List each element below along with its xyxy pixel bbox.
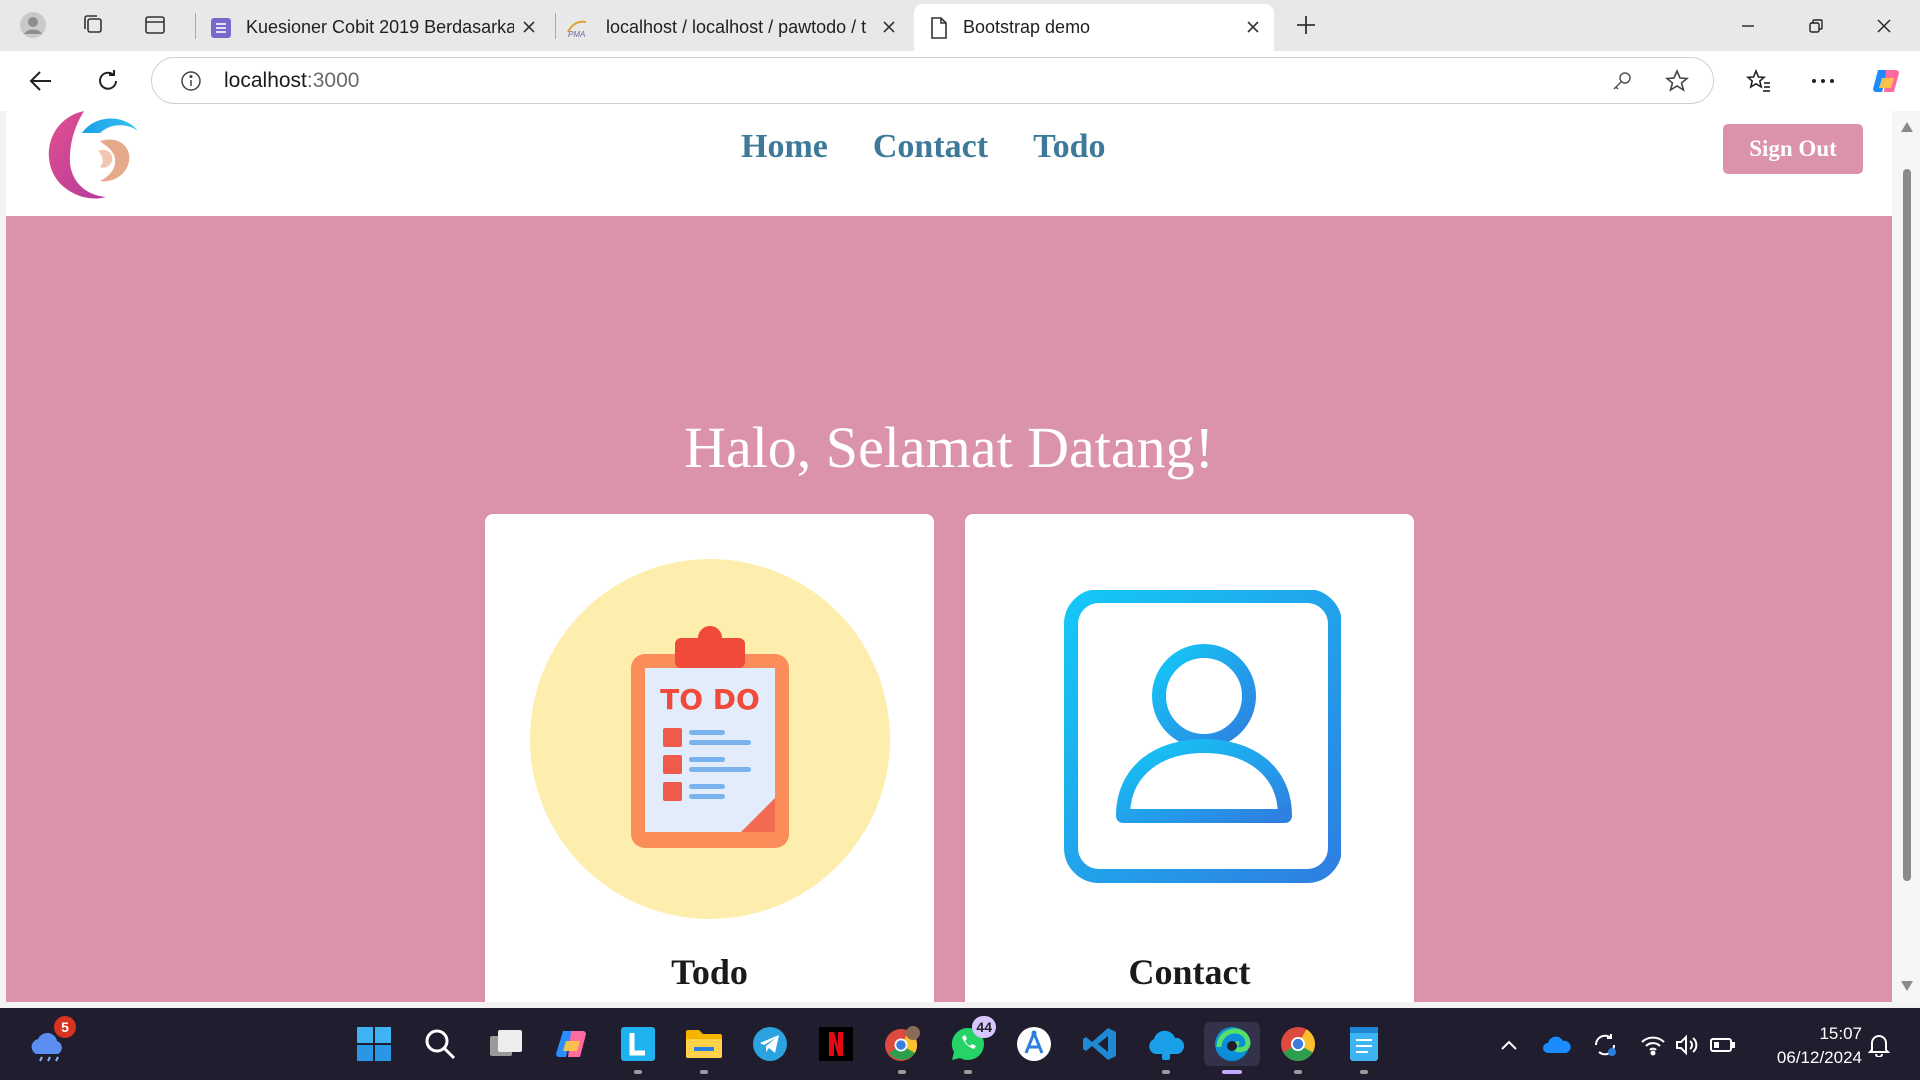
contact-book-icon (1046, 590, 1341, 883)
tab-title: Kuesioner Cobit 2019 Berdasarkan (246, 17, 514, 37)
tab-kuesioner[interactable]: Kuesioner Cobit 2019 Berdasarkan (200, 4, 550, 51)
notifications-icon[interactable] (1864, 1030, 1894, 1060)
hero-title: Halo, Selamat Datang! (684, 415, 1214, 480)
nav-link-home[interactable]: Home (741, 128, 828, 166)
site-logo[interactable] (38, 111, 144, 201)
todo-clipboard-icon: TO DO (530, 559, 890, 919)
address-bar[interactable]: localhost:3000 (151, 57, 1714, 104)
browser-tab-bar: Kuesioner Cobit 2019 Berdasarkan PMA loc… (0, 0, 1920, 51)
tab-title: Bootstrap demo (963, 17, 1091, 37)
edge-icon[interactable] (1204, 1022, 1260, 1074)
workspaces-icon[interactable] (76, 8, 110, 42)
weather-badge: 5 (54, 1016, 76, 1038)
active-indicator (1222, 1070, 1242, 1074)
todo-card-title: Todo (671, 952, 748, 992)
hero-section: Halo, Selamat Datang! TO DO Todo Contact (6, 216, 1892, 1002)
tab-bootstrap-demo[interactable]: Bootstrap demo (914, 4, 1274, 51)
new-tab-icon[interactable] (1289, 8, 1323, 42)
chrome-profile-icon[interactable] (880, 1022, 924, 1074)
tab-phpmyadmin[interactable]: PMA localhost / localhost / pawtodo / t (560, 4, 910, 51)
url-host: localhost (224, 69, 307, 92)
onedrive-icon[interactable] (1542, 1030, 1572, 1060)
copilot-taskbar-icon[interactable] (550, 1022, 594, 1066)
tab-separator (555, 13, 556, 39)
contact-card-title: Contact (1128, 952, 1251, 992)
svg-text:PMA: PMA (568, 30, 585, 38)
netflix-icon[interactable] (814, 1022, 858, 1066)
search-icon[interactable] (418, 1022, 462, 1066)
app-store-icon[interactable] (1012, 1022, 1056, 1066)
site-navbar: Home Contact Todo Sign Out (6, 111, 1892, 216)
restore-icon[interactable] (1782, 0, 1850, 51)
telegram-icon[interactable] (748, 1022, 792, 1066)
wifi-icon[interactable] (1638, 1030, 1668, 1060)
scroll-up-icon[interactable] (1900, 121, 1914, 133)
running-indicator (898, 1070, 906, 1074)
running-indicator (700, 1070, 708, 1074)
refresh-icon[interactable] (87, 60, 129, 102)
scroll-down-icon[interactable] (1900, 980, 1914, 992)
password-key-icon[interactable] (1607, 66, 1637, 96)
whatsapp-badge: 44 (972, 1016, 996, 1038)
task-view-icon[interactable] (484, 1022, 528, 1066)
nav-link-todo[interactable]: Todo (1033, 128, 1105, 166)
page-viewport: Home Contact Todo Sign Out Halo, Selamat… (6, 111, 1892, 1002)
browser-toolbar: localhost:3000 (0, 51, 1920, 111)
url-port: :3000 (306, 69, 360, 92)
sync-icon[interactable] (1590, 1030, 1620, 1060)
clock-time: 15:07 (1819, 1024, 1862, 1043)
nav-links: Home Contact Todo (741, 128, 1106, 166)
scroll-thumb[interactable] (1903, 169, 1911, 881)
site-info-icon[interactable] (176, 66, 206, 96)
show-hidden-icons[interactable] (1494, 1030, 1524, 1060)
form-icon (209, 16, 233, 40)
more-menu-icon[interactable] (1802, 60, 1844, 102)
close-tab-icon[interactable] (878, 16, 900, 38)
vscode-icon[interactable] (1078, 1022, 1122, 1066)
contact-card[interactable]: Contact (965, 514, 1414, 1002)
page-icon (927, 16, 951, 40)
copilot-icon[interactable] (1866, 60, 1908, 102)
running-indicator (1294, 1070, 1302, 1074)
weather-widget-icon[interactable]: 5 (26, 1016, 76, 1066)
todo-card[interactable]: TO DO Todo (485, 514, 934, 1002)
windows-taskbar: 5 44 15:07 06/12/2024 (0, 1008, 1920, 1080)
sign-out-button[interactable]: Sign Out (1723, 124, 1863, 174)
close-tab-icon[interactable] (1242, 16, 1264, 38)
tab-actions-icon[interactable] (138, 8, 172, 42)
page-scrollbar[interactable] (1892, 111, 1920, 1002)
start-icon[interactable] (352, 1022, 396, 1066)
system-clock[interactable]: 15:07 06/12/2024 (1752, 1022, 1862, 1070)
url-text[interactable]: localhost:3000 (224, 69, 359, 93)
l-app-icon[interactable] (616, 1022, 660, 1074)
close-tab-icon[interactable] (518, 16, 540, 38)
close-window-icon[interactable] (1850, 0, 1918, 51)
running-indicator (1162, 1070, 1170, 1074)
nav-link-contact[interactable]: Contact (873, 128, 988, 166)
minimize-icon[interactable] (1714, 0, 1782, 51)
phpmyadmin-icon: PMA (566, 16, 594, 40)
favorite-star-icon[interactable] (1662, 66, 1692, 96)
back-icon[interactable] (20, 60, 62, 102)
running-indicator (964, 1070, 972, 1074)
profile-icon[interactable] (16, 8, 50, 42)
clock-date: 06/12/2024 (1776, 1048, 1862, 1067)
volume-icon[interactable] (1672, 1030, 1702, 1060)
running-indicator (1360, 1070, 1368, 1074)
running-indicator (634, 1070, 642, 1074)
tab-title: localhost / localhost / pawtodo / t (606, 17, 867, 37)
cloud-app-icon[interactable] (1144, 1022, 1188, 1074)
file-explorer-icon[interactable] (682, 1022, 726, 1074)
whatsapp-icon[interactable]: 44 (946, 1016, 996, 1074)
chrome-icon[interactable] (1276, 1022, 1320, 1074)
tab-separator (195, 13, 196, 39)
battery-icon[interactable] (1708, 1030, 1738, 1060)
notepad-icon[interactable] (1342, 1022, 1386, 1074)
todo-icon-label: TO DO (660, 683, 760, 716)
favorites-icon[interactable] (1738, 60, 1780, 102)
